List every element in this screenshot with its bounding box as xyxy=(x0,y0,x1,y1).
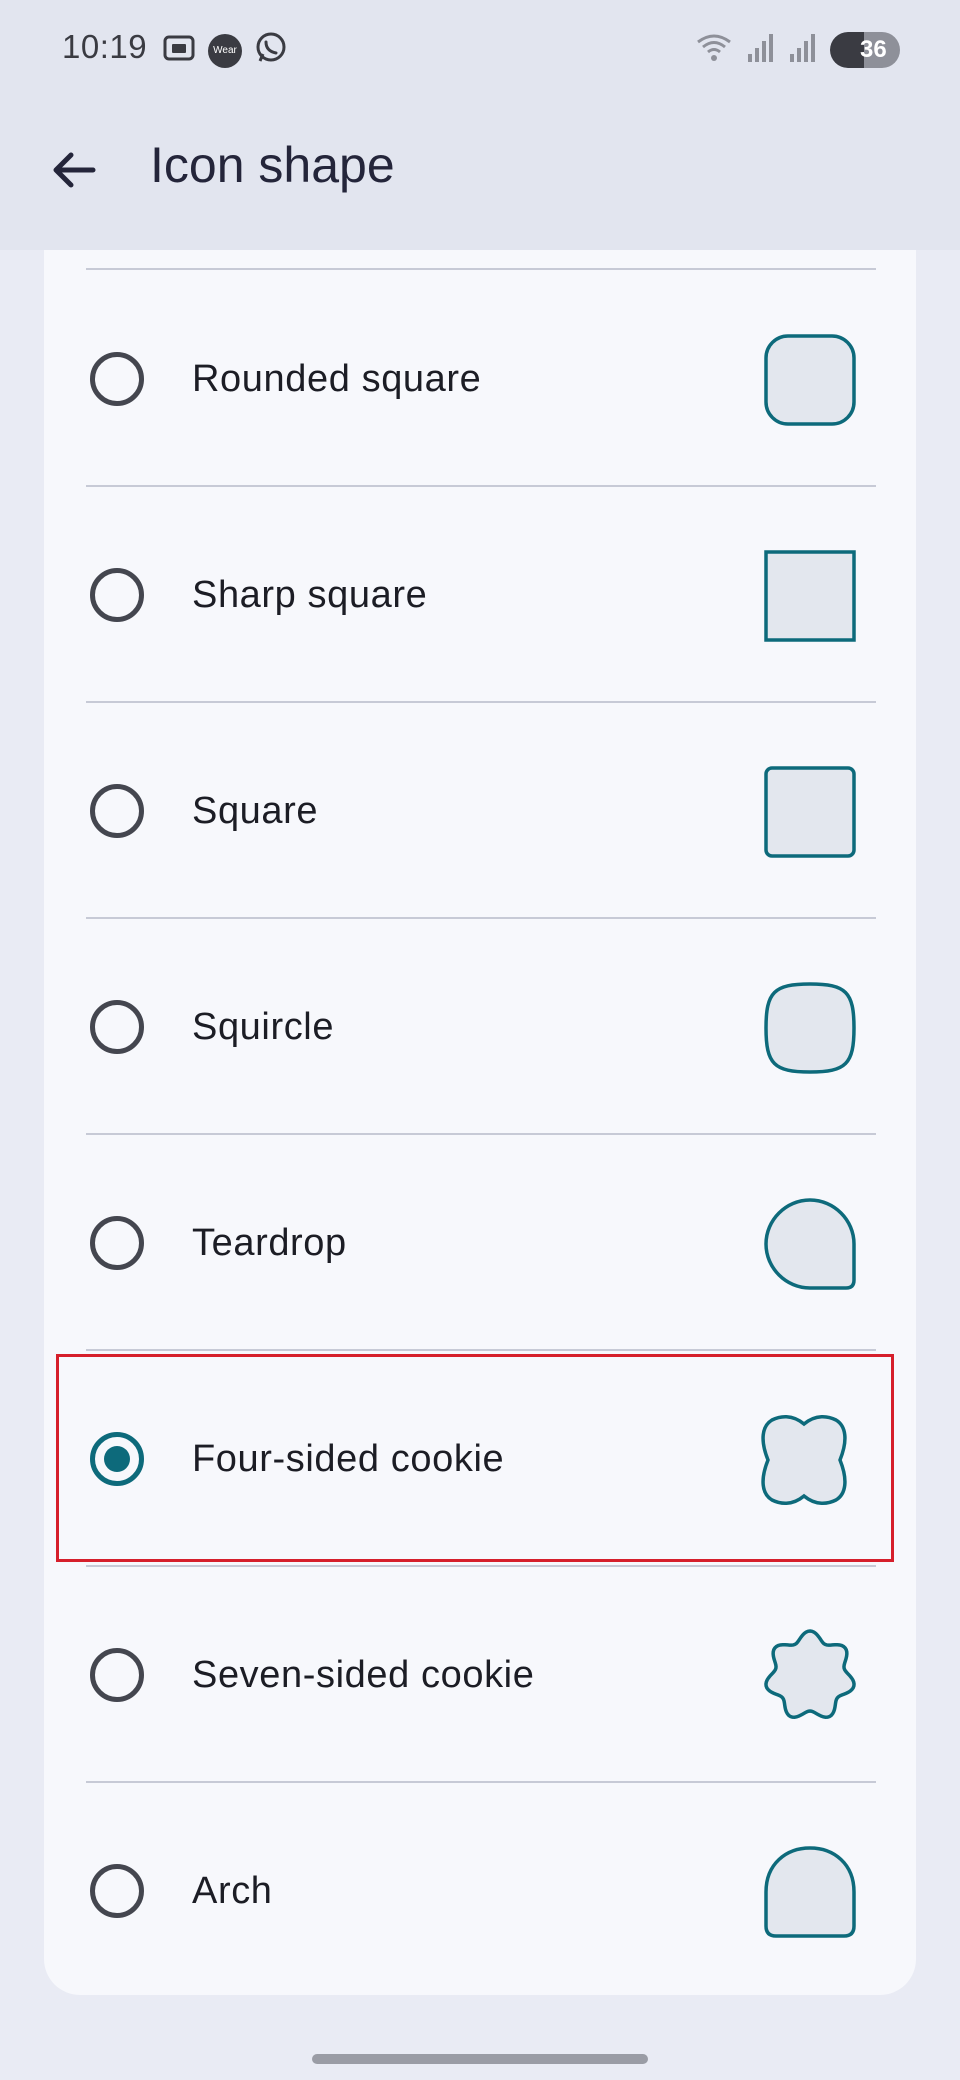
arch-shape-icon xyxy=(764,1846,856,1938)
option-label: Seven-sided cookie xyxy=(192,1654,535,1696)
back-button[interactable] xyxy=(44,140,104,200)
option-squircle[interactable]: Squircle xyxy=(44,918,916,1134)
rounded-square-shape-icon xyxy=(764,334,856,426)
option-label: Sharp square xyxy=(192,574,428,616)
sharp-square-shape-icon xyxy=(764,550,856,642)
option-square[interactable]: Square xyxy=(44,702,916,918)
page-title: Icon shape xyxy=(150,137,395,193)
option-label: Teardrop xyxy=(192,1222,347,1264)
radio-button[interactable] xyxy=(90,1864,144,1918)
seven-sided-cookie-shape-icon xyxy=(764,1629,856,1719)
option-four-sided-cookie[interactable]: Four-sided cookie xyxy=(44,1350,916,1566)
arrow-back-icon xyxy=(53,152,96,188)
wifi-icon xyxy=(694,30,734,69)
wear-badge-text: Wear xyxy=(213,45,237,56)
battery-icon: 36 xyxy=(830,31,900,68)
battery-level: 36 xyxy=(860,35,887,63)
option-seven-sided-cookie[interactable]: Seven-sided cookie xyxy=(44,1566,916,1782)
option-arch[interactable]: Arch xyxy=(44,1782,916,1998)
radio-button[interactable] xyxy=(90,1648,144,1702)
radio-button[interactable] xyxy=(90,1000,144,1054)
square-shape-icon xyxy=(764,766,856,858)
option-label: Four-sided cookie xyxy=(192,1438,505,1480)
radio-button[interactable] xyxy=(90,1216,144,1270)
option-label: Square xyxy=(192,790,319,832)
signal-icon-2 xyxy=(788,30,818,69)
whatsapp-icon xyxy=(254,31,288,70)
option-label: Rounded square xyxy=(192,358,482,400)
gesture-nav-handle[interactable] xyxy=(312,2054,648,2064)
radio-button-selected[interactable] xyxy=(90,1432,144,1486)
radio-button[interactable] xyxy=(90,352,144,406)
status-bar: 10:19 Wear 36 xyxy=(0,0,960,100)
wear-os-icon: Wear xyxy=(208,33,242,68)
radio-button[interactable] xyxy=(90,784,144,838)
radio-button[interactable] xyxy=(90,568,144,622)
status-time: 10:19 xyxy=(62,28,148,65)
screenshot-icon xyxy=(162,31,196,70)
four-sided-cookie-shape-icon xyxy=(761,1415,847,1505)
icon-shape-list: Rounded square Sharp square Square Squir… xyxy=(44,250,916,1995)
teardrop-shape-icon xyxy=(764,1198,856,1290)
option-sharp-square[interactable]: Sharp square xyxy=(44,486,916,702)
squircle-shape-icon xyxy=(764,982,856,1074)
option-label: Arch xyxy=(192,1870,273,1912)
option-rounded-square[interactable]: Rounded square xyxy=(44,270,916,486)
option-label: Squircle xyxy=(192,1006,335,1048)
signal-icon xyxy=(746,30,776,69)
top-app-bar: Icon shape xyxy=(0,100,960,250)
option-teardrop[interactable]: Teardrop xyxy=(44,1134,916,1350)
